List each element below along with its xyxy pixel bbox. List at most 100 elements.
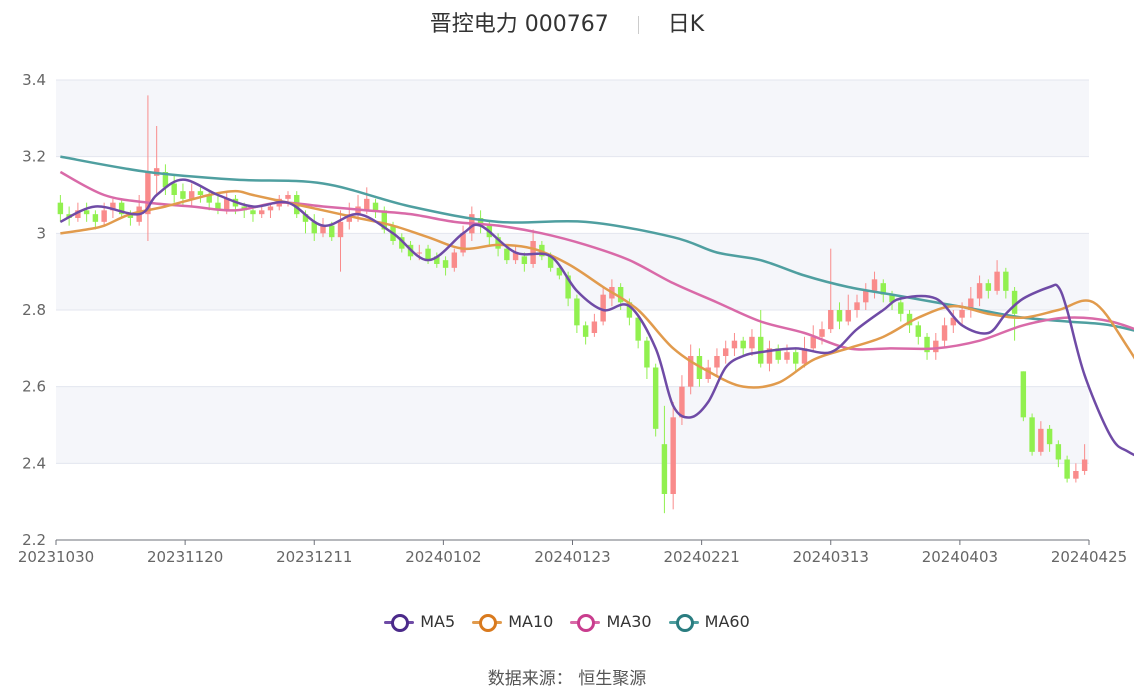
candle-body	[819, 329, 825, 337]
y-tick-label: 2.4	[22, 454, 46, 472]
legend: MA5 MA10 MA30 MA60	[0, 612, 1134, 634]
candle-body	[959, 310, 965, 318]
x-tick-label: 20240123	[534, 548, 610, 566]
x-tick-label: 20240221	[663, 548, 739, 566]
x-tick-label: 20240102	[405, 548, 481, 566]
y-tick-label: 3.4	[22, 71, 46, 89]
candle-body	[731, 340, 738, 349]
candle-body	[1020, 371, 1027, 418]
candle-body	[722, 348, 729, 356]
candle-body	[854, 302, 860, 310]
candle-body	[372, 202, 379, 211]
candle-body	[652, 367, 659, 429]
plot-background	[56, 80, 1089, 464]
candlestick-chart: 2.22.42.62.833.23.4 20231030 20231120 2023…	[18, 71, 1134, 566]
candle-body	[635, 317, 641, 341]
candle-body	[92, 214, 99, 222]
legend-item-ma30[interactable]: MA30	[570, 612, 652, 632]
legend-symbol-ma60	[668, 613, 699, 632]
candle-body	[871, 279, 878, 291]
x-tick-label: 20240313	[793, 548, 869, 566]
candle-body	[425, 248, 431, 261]
candle-body	[836, 310, 843, 322]
candle-body	[1064, 459, 1070, 479]
candle-body	[1055, 444, 1062, 460]
y-tick-label: 2.6	[22, 378, 46, 396]
y-tick-label: 3	[36, 224, 46, 242]
band	[56, 80, 1089, 157]
legend-item-ma60[interactable]: MA60	[668, 612, 750, 632]
candle-body	[582, 325, 589, 337]
candle-body	[828, 310, 834, 330]
candle-body	[285, 195, 291, 199]
candle-body	[758, 336, 764, 364]
candle-body	[1029, 417, 1035, 452]
y-tick-label: 3.2	[22, 148, 46, 166]
candle-body	[530, 241, 536, 264]
y-axis: 2.2 2.4 2.6 2.8 3 3.2 3.4	[22, 71, 46, 549]
legend-item-ma10[interactable]: MA10	[472, 612, 554, 632]
candle-body	[101, 210, 107, 222]
candle-body	[1081, 459, 1088, 471]
candle-body	[83, 210, 90, 215]
x-tick-label: 20231120	[147, 548, 223, 566]
source-value: 恒生聚源	[578, 669, 647, 689]
candle-body	[898, 302, 904, 314]
candle-body	[985, 283, 992, 291]
candle-body	[521, 256, 528, 264]
band	[56, 386, 1089, 464]
candle-body	[810, 336, 816, 349]
candle-body	[259, 210, 265, 215]
candle-body	[1046, 428, 1053, 445]
candle-body	[337, 221, 344, 238]
x-axis: 20231030 20231120 20231211 20240102 20240123…	[18, 539, 1127, 566]
candle-body	[845, 310, 851, 322]
candle-body	[863, 290, 869, 303]
candle-body	[1038, 428, 1044, 452]
x-tick-label: 20240425	[1051, 548, 1127, 566]
legend-symbol-ma5	[384, 613, 415, 632]
candle-body	[976, 283, 983, 299]
legend-symbol-ma30	[570, 613, 601, 632]
candle-body	[714, 356, 720, 368]
candle-body	[57, 202, 64, 215]
legend-label-ma30: MA30	[606, 612, 652, 631]
candle-body	[416, 252, 423, 254]
candle-body	[364, 198, 370, 211]
legend-label-ma10: MA10	[508, 612, 554, 631]
candle-body	[679, 386, 685, 418]
candle-body	[670, 417, 676, 494]
candle-body	[933, 340, 939, 353]
x-tick-label: 20240403	[922, 548, 998, 566]
candle-body	[1073, 471, 1079, 479]
candle-body	[740, 340, 746, 349]
candle-body	[941, 325, 948, 341]
candle-body	[442, 260, 449, 268]
candle-body	[329, 225, 335, 238]
candle-body	[250, 210, 256, 215]
legend-label-ma5: MA5	[420, 612, 456, 631]
candle-body	[1003, 271, 1009, 291]
candle-body	[994, 271, 1000, 291]
candle-body	[749, 336, 755, 349]
candle-body	[171, 183, 177, 195]
candle-body	[591, 321, 598, 333]
legend-item-ma5[interactable]: MA5	[384, 612, 456, 632]
candle-body	[661, 444, 668, 494]
candle-body	[793, 352, 799, 364]
x-tick-label: 20231211	[276, 548, 352, 566]
y-tick-label: 2.2	[22, 531, 46, 549]
candle-body	[915, 325, 922, 337]
candle-body	[644, 340, 650, 368]
candle-body	[504, 248, 510, 261]
legend-label-ma60: MA60	[704, 612, 750, 631]
candle-body	[267, 206, 274, 211]
candle-body	[451, 252, 458, 268]
legend-symbol-ma10	[472, 613, 503, 632]
x-tick-label: 20231030	[18, 548, 94, 566]
y-tick-label: 2.8	[22, 301, 46, 319]
candle-body	[784, 352, 790, 360]
candle-body	[197, 191, 204, 195]
candle-body	[574, 298, 580, 326]
data-source: 数据来源： 恒生聚源	[0, 664, 1134, 689]
